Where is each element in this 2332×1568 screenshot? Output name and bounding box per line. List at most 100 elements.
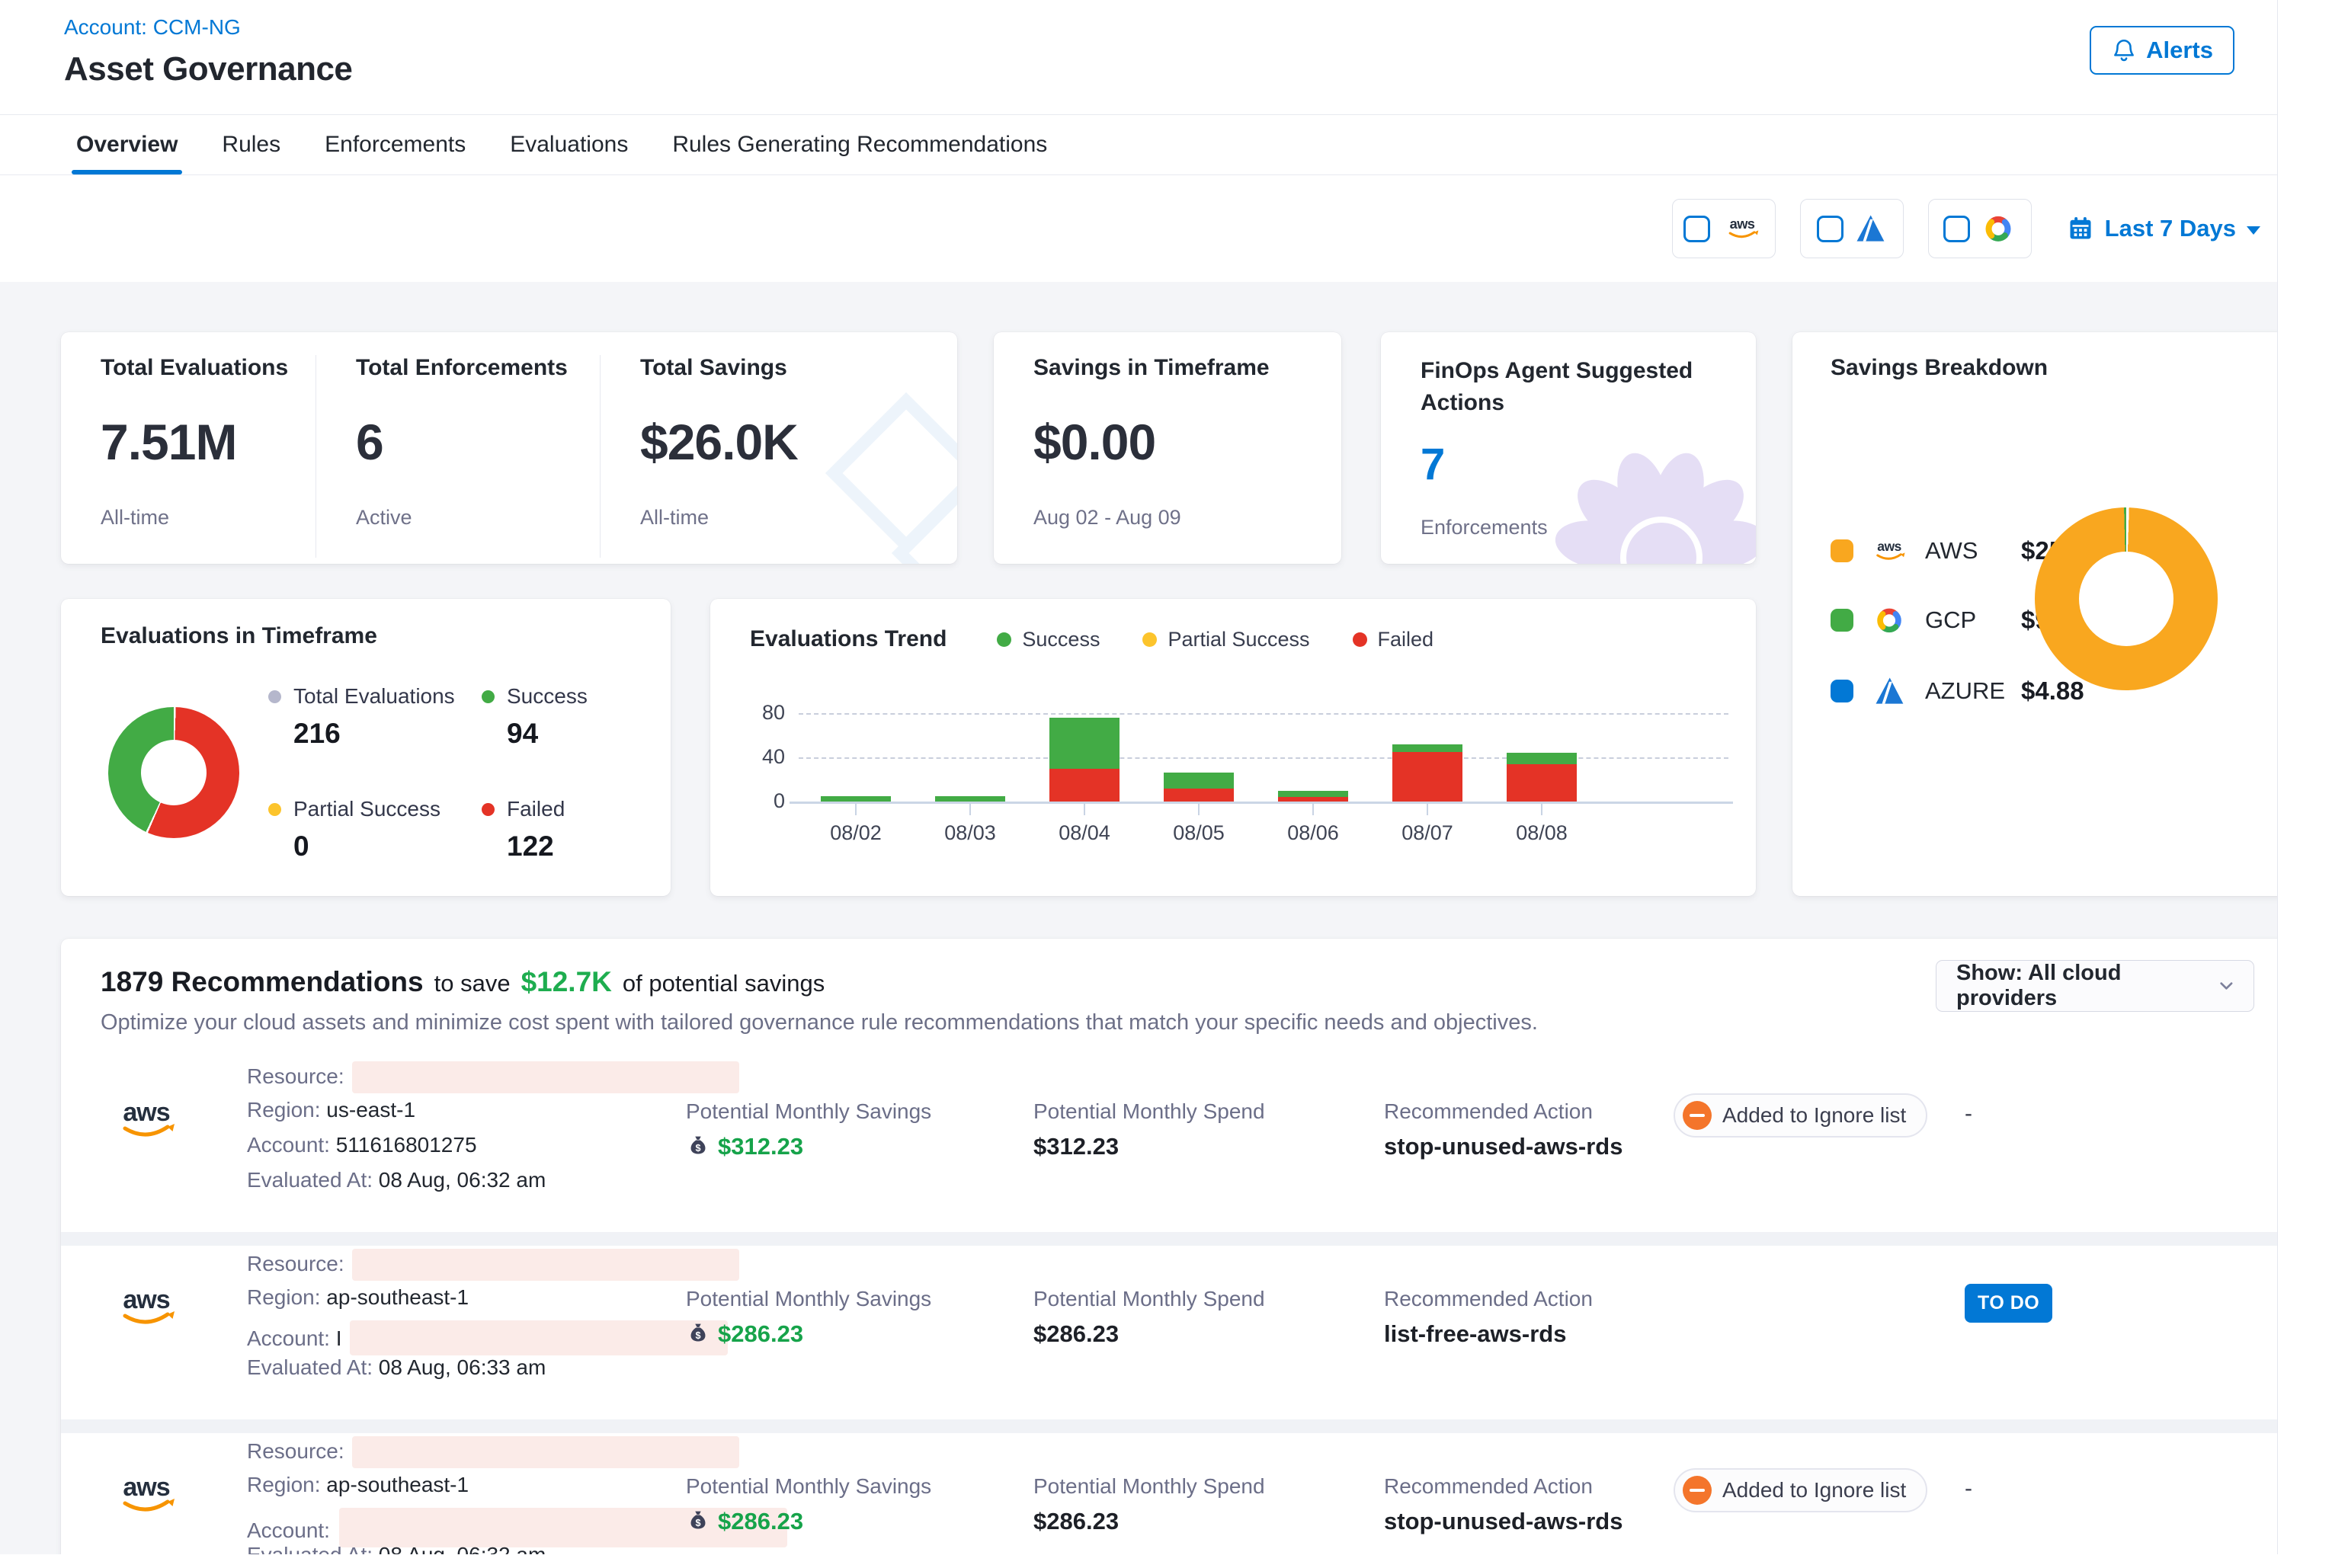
aws-logo-icon: aws — [111, 1473, 181, 1515]
total-dot — [268, 690, 281, 703]
dropdown-label: Show: All cloud providers — [1956, 961, 2216, 1011]
trend-bar-group: 08/02 — [799, 702, 913, 802]
total-evaluations-value: 216 — [293, 718, 482, 750]
provider-name: GCP — [1925, 606, 2007, 634]
trend-bar-group: 08/05 — [1142, 702, 1256, 802]
added-to-ignore-list-badge[interactable]: Added to Ignore list — [1674, 1093, 1927, 1138]
y-axis-tick: 0 — [753, 789, 785, 813]
legend-failed: Failed 122 — [482, 797, 671, 862]
provider-chip-azure[interactable] — [1800, 199, 1904, 258]
savings-label: Potential Monthly Savings — [686, 1099, 931, 1124]
aws-swatch — [1831, 539, 1853, 562]
evaluations-in-timeframe-card: Evaluations in Timeframe Total Evaluatio… — [61, 599, 671, 896]
aws-logo-icon: aws — [1869, 538, 1910, 564]
trend-bar-group: 08/07 — [1370, 702, 1485, 802]
donut-hole — [2079, 552, 2173, 646]
tab-evaluations[interactable]: Evaluations — [510, 115, 628, 174]
action-value: list-free-aws-rds — [1384, 1320, 1566, 1348]
stat-value: $0.00 — [1033, 413, 1341, 471]
provider-chip-aws[interactable]: aws — [1672, 199, 1776, 258]
failed-dot — [1353, 632, 1367, 647]
savings-in-timeframe-card: Savings in Timeframe $0.00 Aug 02 - Aug … — [994, 332, 1341, 564]
alerts-button[interactable]: Alerts — [2090, 26, 2234, 75]
asset-governance-page: Account: CCM-NG Asset Governance Alerts … — [0, 0, 2278, 1554]
card-title: Savings Breakdown — [1831, 355, 2278, 381]
stat-caption: Active — [356, 506, 600, 530]
minus-circle-icon — [1683, 1101, 1712, 1130]
tab-bar: Overview Rules Enforcements Evaluations … — [0, 114, 2277, 175]
tab-overview[interactable]: Overview — [76, 115, 178, 174]
spend-label: Potential Monthly Spend — [1033, 1474, 1265, 1499]
summary-stats-card: Total Evaluations 7.51M All-time Total E… — [61, 332, 957, 564]
total-enforcements-stat: Total Enforcements 6 Active — [316, 332, 600, 564]
card-title: Evaluations in Timeframe — [101, 623, 671, 649]
legend-partial-success: Partial Success 0 — [268, 797, 482, 862]
minus-circle-icon — [1683, 1476, 1712, 1505]
provider-savings: $4.88 — [2021, 677, 2084, 706]
trend-bar-group: 08/03 — [913, 702, 1027, 802]
recommendation-row: aws Resource: Region: ap-southeast-1 Acc… — [61, 1246, 2278, 1419]
trend-legend-success: Success — [997, 628, 1100, 651]
cloud-provider-filter-dropdown[interactable]: Show: All cloud providers — [1936, 960, 2254, 1012]
azure-swatch — [1831, 680, 1853, 702]
account-breadcrumb-link[interactable]: Account: CCM-NG — [64, 15, 2277, 40]
aws-checkbox[interactable] — [1683, 216, 1710, 242]
svg-text:aws: aws — [123, 1473, 169, 1502]
failed-dot — [482, 803, 495, 816]
y-axis-tick: 40 — [753, 745, 785, 769]
y-axis-tick: 80 — [753, 701, 785, 725]
svg-text:$: $ — [695, 1330, 700, 1341]
stat-value: 6 — [356, 413, 600, 471]
stat-title: Total Evaluations — [101, 355, 316, 381]
action-label: Recommended Action — [1384, 1099, 1593, 1124]
chevron-down-icon — [2216, 975, 2237, 997]
calendar-icon — [2067, 215, 2094, 242]
gcp-checkbox[interactable] — [1943, 216, 1970, 242]
tab-rules-generating-recommendations[interactable]: Rules Generating Recommendations — [672, 115, 1047, 174]
svg-text:$: $ — [695, 1518, 700, 1528]
gcp-swatch — [1831, 609, 1853, 632]
trend-bar-group: 08/04 — [1027, 702, 1142, 802]
failed-value: 122 — [507, 830, 671, 862]
svg-text:aws: aws — [1877, 539, 1901, 554]
provider-chip-gcp[interactable] — [1928, 199, 2032, 258]
added-to-ignore-list-badge[interactable]: Added to Ignore list — [1674, 1468, 1927, 1512]
scroll-gutter[interactable] — [2279, 0, 2332, 1554]
date-range-dropdown[interactable]: Last 7 Days — [2067, 215, 2260, 242]
aws-logo-icon: aws — [111, 1285, 181, 1328]
spend-label: Potential Monthly Spend — [1033, 1287, 1265, 1311]
row-separator — [61, 1232, 2278, 1246]
azure-logo-icon — [1854, 213, 1886, 245]
azure-checkbox[interactable] — [1817, 216, 1843, 242]
money-bag-icon: $ — [686, 1322, 710, 1346]
chevron-down-icon — [2247, 226, 2260, 235]
savings-value: $286.23 — [718, 1508, 803, 1535]
action-label: Recommended Action — [1384, 1474, 1593, 1499]
stat-caption: All-time — [101, 506, 316, 530]
recommendation-row: aws Resource: Region: ap-southeast-1 Acc… — [61, 1433, 2278, 1554]
trend-bar-group: 08/08 — [1485, 702, 1599, 802]
trend-legend-partial: Partial Success — [1142, 628, 1309, 651]
card-title: Savings in Timeframe — [1033, 355, 1341, 381]
success-value: 94 — [507, 718, 671, 750]
svg-text:aws: aws — [123, 1285, 169, 1314]
tab-enforcements[interactable]: Enforcements — [325, 115, 466, 174]
stat-value: 7.51M — [101, 413, 316, 471]
row-separator — [61, 1419, 2278, 1433]
filter-bar: aws — [0, 175, 2277, 282]
donut-hole — [141, 740, 207, 805]
potential-savings-amount: $12.7K — [521, 966, 612, 998]
evaluations-trend-card: Evaluations Trend Success Partial Succes… — [710, 599, 1756, 896]
partial-dot — [1142, 632, 1157, 647]
success-dot — [482, 690, 495, 703]
recommendations-header: 1879 Recommendations to save $12.7K of p… — [61, 939, 2278, 1058]
overview-content: Total Evaluations 7.51M All-time Total E… — [0, 282, 2277, 1554]
redacted-resource — [352, 1436, 739, 1468]
redacted-resource — [352, 1249, 739, 1281]
recommendation-row: aws Resource: Region: us-east-1 Account:… — [61, 1058, 2278, 1232]
recommendations-panel: 1879 Recommendations to save $12.7K of p… — [61, 939, 2278, 1554]
legend-total-evaluations: Total Evaluations 216 — [268, 684, 482, 750]
tab-rules[interactable]: Rules — [222, 115, 280, 174]
trend-header: Evaluations Trend Success Partial Succes… — [750, 626, 1756, 652]
spend-label: Potential Monthly Spend — [1033, 1099, 1265, 1124]
